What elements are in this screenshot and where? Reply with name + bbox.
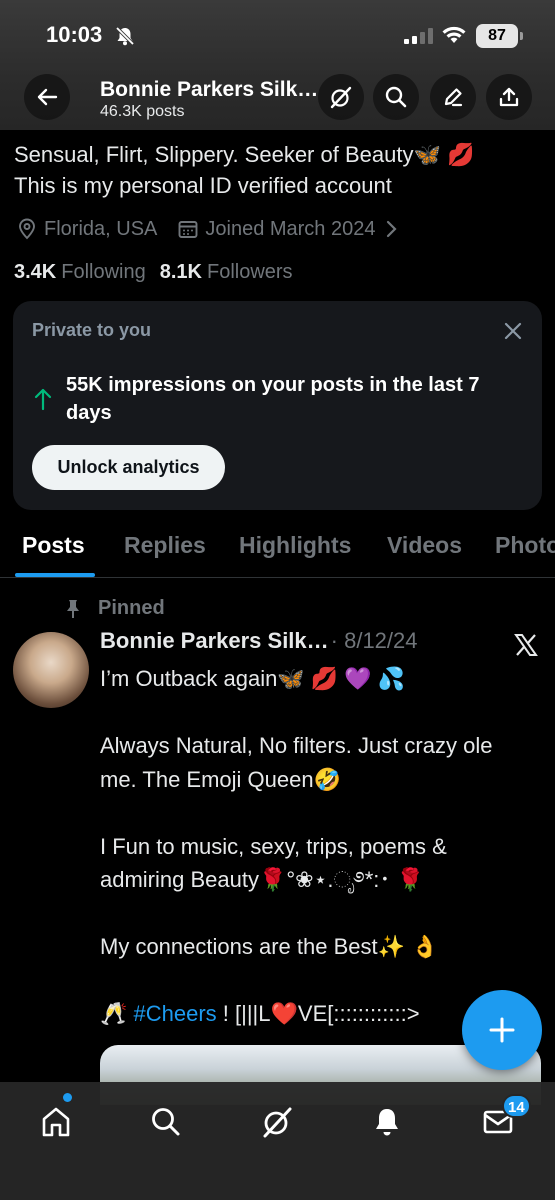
profile-meta: Florida, USA Joined March 2024: [16, 214, 407, 244]
post-author-name[interactable]: Bonnie Parkers Silk…: [100, 628, 329, 654]
cellular-signal-icon: [404, 28, 433, 44]
grok-button[interactable]: [318, 74, 364, 120]
post-date[interactable]: · 8/12/24: [331, 628, 418, 654]
unlock-analytics-button[interactable]: Unlock analytics: [32, 445, 225, 490]
tab-replies[interactable]: Replies: [124, 532, 206, 559]
profile-joined-date: Joined March 2024: [205, 217, 376, 240]
header-posts-count: 46.3K posts: [100, 103, 185, 120]
post-line: My connections are the Best✨ 👌: [100, 934, 439, 959]
private-analytics-card: Private to you 55K impressions on your p…: [13, 301, 542, 510]
pencil-icon: [444, 88, 463, 107]
tab-videos[interactable]: Videos: [387, 532, 462, 559]
edit-profile-button[interactable]: [430, 74, 476, 120]
nav-grok[interactable]: [257, 1102, 297, 1142]
close-icon[interactable]: [502, 320, 524, 342]
x-logo-icon: [514, 634, 538, 656]
post-line: I Fun to music, sexy, trips, poems & adm…: [100, 833, 447, 893]
share-button[interactable]: [486, 74, 532, 120]
chevron-right-icon[interactable]: [383, 218, 401, 240]
status-time: 10:03: [46, 22, 103, 47]
grok-icon: [263, 1107, 292, 1138]
post-line-blank: [100, 897, 520, 931]
home-icon: [42, 1107, 70, 1137]
search-icon: [385, 86, 407, 108]
nav-home[interactable]: [36, 1102, 76, 1142]
following-link[interactable]: 3.4K Following: [14, 261, 146, 284]
follow-stats: 3.4K Following 8.1K Followers: [14, 261, 293, 284]
followers-link[interactable]: 8.1K Followers: [160, 261, 293, 284]
post-header: Bonnie Parkers Silk… · 8/12/24: [100, 628, 418, 654]
nav-search[interactable]: [146, 1102, 186, 1142]
battery-indicator: 87: [476, 24, 518, 48]
post-line: 🥂 #Cheers ! [|||L❤️VE[::::::::::::>: [100, 1001, 420, 1026]
tab-photos[interactable]: Photos: [495, 532, 555, 559]
avatar[interactable]: [13, 632, 89, 708]
bell-icon: [376, 1109, 398, 1136]
bio-line: This is my personal ID verified account: [14, 173, 392, 198]
impressions-text: 55K impressions on your posts in the las…: [66, 374, 480, 424]
wifi-icon: [442, 26, 466, 43]
profile-header: 10:03 87 Bonnie Parkers Silk… 46.3K post…: [0, 0, 555, 130]
search-button[interactable]: [373, 74, 419, 120]
profile-bio: Sensual, Flirt, Slippery. Seeker of Beau…: [14, 139, 544, 201]
post-line-blank: [100, 964, 520, 998]
profile-tabs: Posts Replies Highlights Videos Photos: [0, 520, 555, 578]
nav-notifications[interactable]: [367, 1102, 407, 1142]
arrow-up-icon: [34, 388, 52, 411]
header-profile-name: Bonnie Parkers Silk…: [100, 78, 319, 101]
pinned-label: Pinned: [62, 597, 165, 620]
post-line-blank: [100, 796, 520, 830]
grok-icon: [330, 86, 352, 109]
silent-mode-icon: [115, 26, 135, 46]
messages-badge: 14: [502, 1094, 531, 1118]
post-text: I’m Outback again🦋 💋 💜 💦 Always Natural,…: [100, 662, 520, 1031]
post-line: I’m Outback again🦋 💋 💜 💦: [100, 666, 406, 691]
arrow-left-icon: [37, 88, 58, 106]
post-line: Always Natural, No filters. Just crazy o…: [100, 733, 493, 792]
pin-icon: [67, 599, 79, 618]
profile-location: Florida, USA: [44, 217, 158, 240]
status-bar: 10:03 87: [0, 22, 555, 52]
tab-highlights[interactable]: Highlights: [239, 532, 351, 559]
card-title: Private to you: [32, 320, 152, 340]
tab-posts[interactable]: Posts: [22, 532, 85, 559]
plus-icon: [489, 1017, 515, 1043]
home-notification-dot: [63, 1093, 72, 1102]
search-icon: [152, 1108, 180, 1136]
compose-post-button[interactable]: [462, 990, 542, 1070]
bottom-navigation: 14: [0, 1082, 555, 1200]
active-tab-indicator: [15, 573, 95, 577]
back-button[interactable]: [24, 74, 70, 120]
calendar-icon: [178, 221, 198, 238]
location-pin-icon: [19, 218, 35, 240]
share-icon: [499, 87, 519, 107]
hashtag-link[interactable]: #Cheers: [134, 1001, 217, 1026]
post-line-blank: [100, 696, 520, 730]
battery-cap: [520, 32, 523, 40]
bio-line: Sensual, Flirt, Slippery. Seeker of Beau…: [14, 142, 475, 167]
